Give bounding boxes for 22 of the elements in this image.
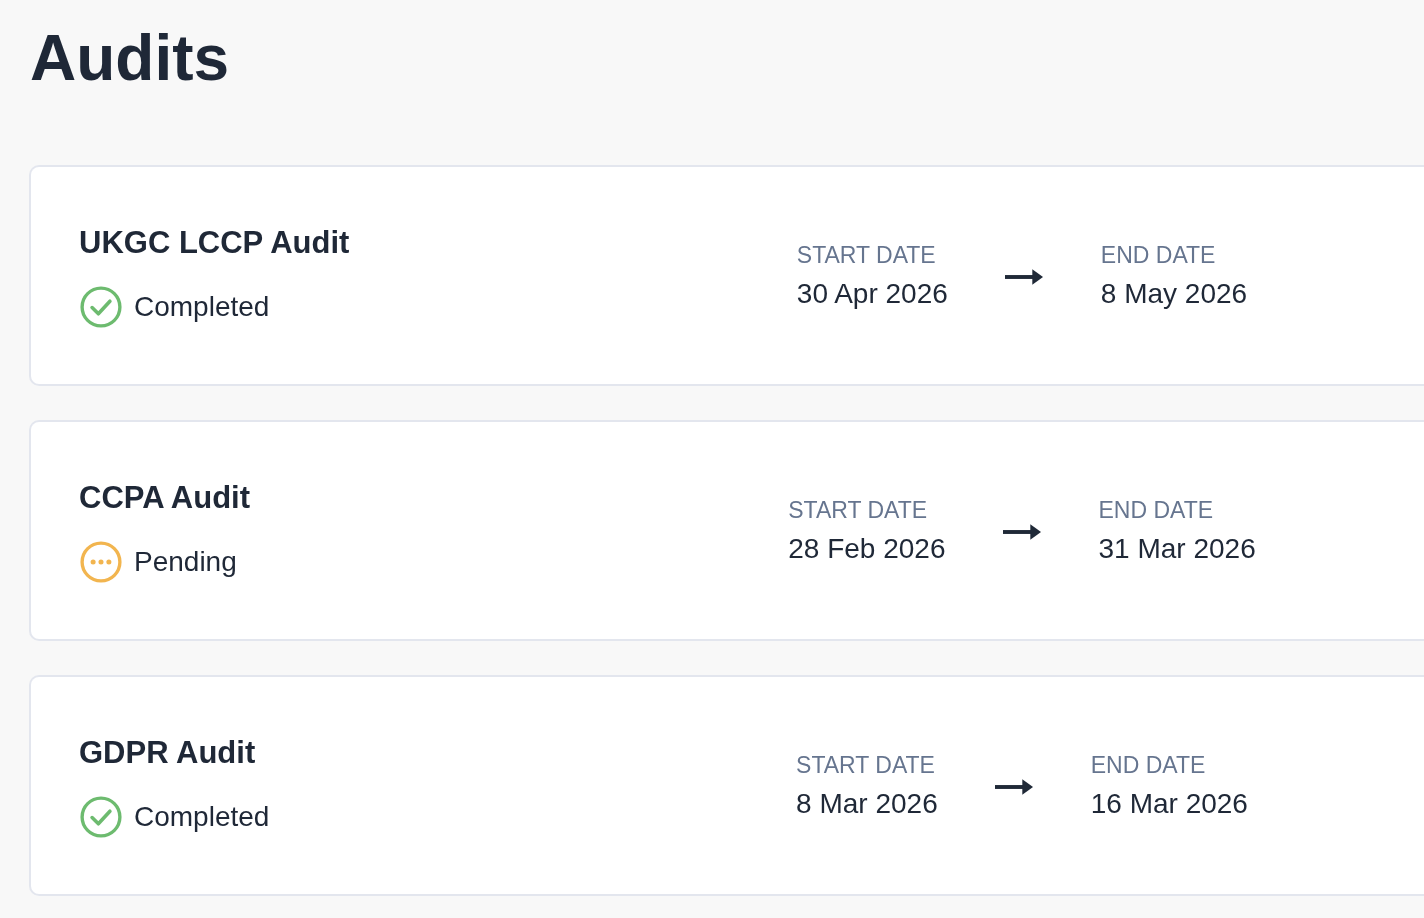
audit-title: UKGC LCCP Audit (79, 223, 350, 262)
status-label: Completed (134, 289, 270, 324)
audit-title: GDPR Audit (79, 733, 256, 772)
end-date-label: END DATE (1100, 240, 1216, 269)
end-date-label: END DATE (1090, 750, 1206, 779)
start-date-value: 28 Feb 2026 (788, 531, 946, 566)
arrow-right-icon (1004, 266, 1044, 287)
page-title: Audits (30, 21, 230, 96)
arrow-right-icon (994, 776, 1034, 797)
arrow-right-icon (1002, 521, 1042, 542)
start-date-value: 30 Apr 2026 (796, 276, 948, 311)
end-date-value: 31 Mar 2026 (1098, 531, 1256, 566)
status-label: Completed (134, 799, 270, 834)
start-date-label: START DATE (788, 495, 928, 524)
audit-title: CCPA Audit (79, 478, 251, 517)
end-date-label: END DATE (1098, 495, 1214, 524)
end-date-value: 8 May 2026 (1100, 276, 1248, 311)
end-date-value: 16 Mar 2026 (1090, 786, 1248, 821)
status-label: Pending (134, 544, 237, 579)
start-date-label: START DATE (796, 240, 936, 269)
start-date-label: START DATE (796, 750, 935, 779)
start-date-value: 8 Mar 2026 (796, 786, 938, 821)
